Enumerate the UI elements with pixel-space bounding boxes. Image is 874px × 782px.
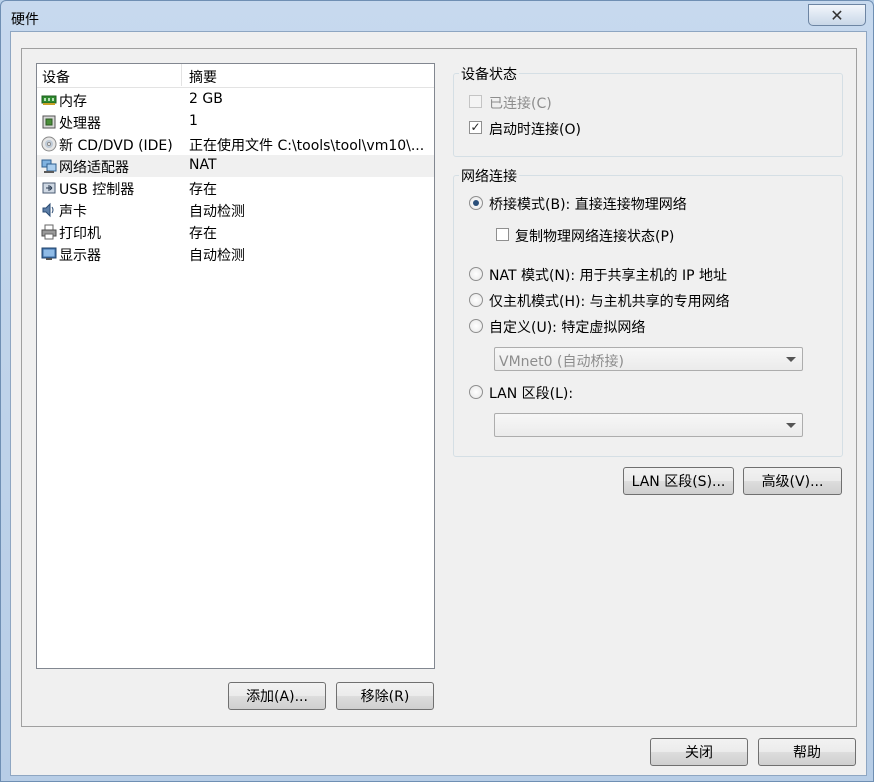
column-divider[interactable] bbox=[181, 64, 182, 86]
device-name: 显示器 bbox=[59, 248, 101, 264]
connect-at-power-on-label[interactable]: 启动时连接(O) bbox=[489, 119, 581, 139]
display-icon bbox=[41, 247, 57, 260]
network-connection-title: 网络连接 bbox=[459, 166, 519, 186]
custom-network-dropdown[interactable]: VMnet0 (自动桥接) bbox=[494, 347, 803, 371]
device-status-group bbox=[453, 73, 843, 157]
custom-network-value: VMnet0 (自动桥接) bbox=[499, 354, 624, 370]
hardware-dialog: 硬件 ✕ 设备 摘要 内存 2 GB 处理器 1 新 CD/DVD (IDE) … bbox=[0, 0, 874, 782]
device-name: 内存 bbox=[59, 94, 87, 110]
device-row-cd-dvd[interactable]: 新 CD/DVD (IDE) 正在使用文件 C:\tools\tool\vm10… bbox=[37, 133, 434, 155]
device-name: 处理器 bbox=[59, 116, 101, 132]
lan-segment-dropdown[interactable] bbox=[494, 413, 803, 437]
device-row-usb-controller[interactable]: USB 控制器 存在 bbox=[37, 177, 434, 199]
device-list[interactable]: 设备 摘要 内存 2 GB 处理器 1 新 CD/DVD (IDE) 正在使用文… bbox=[36, 63, 435, 669]
device-name: 声卡 bbox=[59, 204, 87, 220]
usb-icon bbox=[42, 182, 56, 194]
window-title: 硬件 bbox=[11, 12, 39, 28]
add-device-button[interactable]: 添加(A)... bbox=[228, 682, 326, 710]
column-header-summary[interactable]: 摘要 bbox=[189, 67, 217, 87]
device-row-printer[interactable]: 打印机 存在 bbox=[37, 221, 434, 243]
custom-mode-radio[interactable] bbox=[469, 319, 483, 333]
close-button[interactable]: 关闭 bbox=[650, 738, 748, 766]
connect-at-power-on-checkbox[interactable]: ✓ bbox=[469, 121, 482, 134]
network-adapter-icon bbox=[41, 159, 57, 173]
cd-dvd-icon bbox=[41, 136, 57, 152]
replicate-state-label[interactable]: 复制物理网络连接状态(P) bbox=[515, 226, 674, 246]
hardware-panel: 设备 摘要 内存 2 GB 处理器 1 新 CD/DVD (IDE) 正在使用文… bbox=[21, 48, 857, 727]
lan-segment-label[interactable]: LAN 区段(L): bbox=[489, 383, 573, 403]
nat-mode-radio[interactable] bbox=[469, 267, 483, 281]
connected-label[interactable]: 已连接(C) bbox=[489, 93, 552, 113]
device-row-processor[interactable]: 处理器 1 bbox=[37, 111, 434, 133]
sound-card-icon bbox=[42, 202, 54, 218]
bridged-mode-radio[interactable] bbox=[469, 196, 483, 210]
device-name: USB 控制器 bbox=[59, 182, 135, 198]
device-summary: 正在使用文件 C:\tools\tool\vm10\... bbox=[189, 138, 425, 154]
lan-segments-button[interactable]: LAN 区段(S)... bbox=[623, 467, 734, 495]
help-button[interactable]: 帮助 bbox=[758, 738, 856, 766]
chevron-down-icon bbox=[786, 423, 796, 428]
dialog-client-area: 设备 摘要 内存 2 GB 处理器 1 新 CD/DVD (IDE) 正在使用文… bbox=[10, 31, 867, 776]
window-close-button[interactable]: ✕ bbox=[808, 4, 866, 26]
host-only-mode-radio[interactable] bbox=[469, 293, 483, 307]
nat-mode-label[interactable]: NAT 模式(N): 用于共享主机的 IP 地址 bbox=[489, 265, 727, 285]
device-summary: 1 bbox=[189, 113, 198, 129]
device-name: 新 CD/DVD (IDE) bbox=[59, 138, 173, 154]
bridged-mode-label[interactable]: 桥接模式(B): 直接连接物理网络 bbox=[489, 194, 687, 214]
connected-checkbox[interactable] bbox=[469, 95, 482, 108]
close-icon: ✕ bbox=[830, 5, 844, 25]
device-summary: NAT bbox=[189, 157, 217, 173]
device-summary: 存在 bbox=[189, 182, 217, 198]
device-row-network-adapter[interactable]: 网络适配器 NAT bbox=[37, 155, 434, 177]
host-only-mode-label[interactable]: 仅主机模式(H): 与主机共享的专用网络 bbox=[489, 291, 730, 311]
chevron-down-icon bbox=[786, 357, 796, 362]
device-summary: 存在 bbox=[189, 226, 217, 242]
device-status-title: 设备状态 bbox=[459, 64, 519, 84]
device-name: 网络适配器 bbox=[59, 160, 129, 176]
replicate-state-checkbox[interactable] bbox=[496, 228, 509, 241]
processor-icon bbox=[42, 115, 56, 129]
device-row-sound-card[interactable]: 声卡 自动检测 bbox=[37, 199, 434, 221]
device-row-memory[interactable]: 内存 2 GB bbox=[37, 89, 434, 111]
device-summary: 自动检测 bbox=[189, 248, 245, 264]
custom-mode-label[interactable]: 自定义(U): 特定虚拟网络 bbox=[489, 317, 645, 337]
device-row-display[interactable]: 显示器 自动检测 bbox=[37, 243, 434, 265]
device-summary: 自动检测 bbox=[189, 204, 245, 220]
remove-device-button[interactable]: 移除(R) bbox=[336, 682, 434, 710]
column-header-device[interactable]: 设备 bbox=[42, 67, 70, 87]
memory-icon bbox=[41, 95, 57, 105]
printer-icon bbox=[41, 224, 57, 240]
lan-segment-radio[interactable] bbox=[469, 385, 483, 399]
device-name: 打印机 bbox=[59, 226, 101, 242]
device-summary: 2 GB bbox=[189, 91, 223, 107]
advanced-button[interactable]: 高级(V)... bbox=[743, 467, 842, 495]
device-list-header: 设备 摘要 bbox=[37, 64, 434, 88]
